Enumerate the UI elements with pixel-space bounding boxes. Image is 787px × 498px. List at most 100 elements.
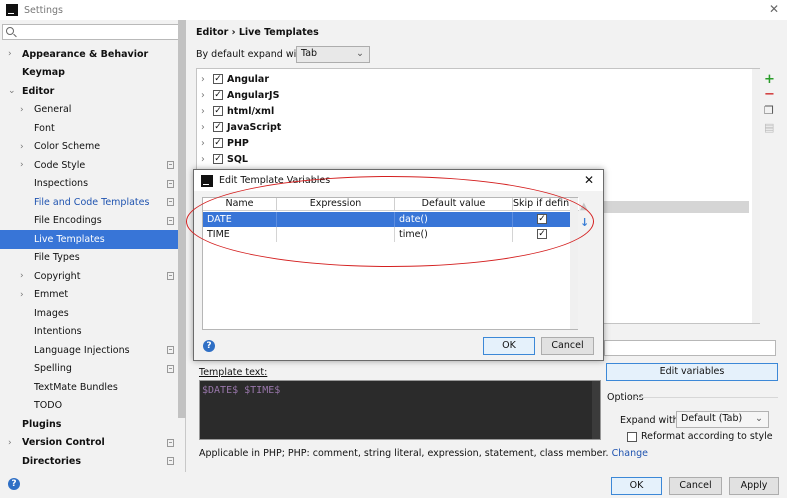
column-header[interactable]: Expression [277,198,395,211]
skip-cell[interactable]: ✓ [513,227,571,242]
project-scope-icon [167,272,174,280]
default-value-cell[interactable]: date() [395,212,513,227]
settings-tree: › Appearance & Behavior Keymap ⌄ Editor › G… [0,45,178,471]
sidebar-item-general[interactable]: › General [0,101,178,120]
expression-cell[interactable] [277,212,395,227]
sidebar-item-directories[interactable]: Directories [0,452,178,471]
reformat-checkbox[interactable] [627,431,637,442]
project-scope-icon [167,179,174,188]
sidebar-item-copyright[interactable]: › Copyright [0,267,178,286]
sidebar-item-images[interactable]: Images [0,304,178,323]
table-row[interactable]: TIME time() ✓ [203,227,571,242]
group-checkbox[interactable]: ✓ [213,154,223,164]
group-checkbox[interactable]: ✓ [213,106,223,116]
sidebar-item-file-types[interactable]: File Types [0,249,178,268]
sidebar-item-label: File Encodings [34,215,102,227]
selected-template-row[interactable] [599,201,749,213]
column-header[interactable]: Default value [395,198,513,211]
name-cell[interactable]: TIME [203,227,277,242]
sidebar-item-appearance[interactable]: › Appearance & Behavior [0,45,178,64]
help-icon[interactable]: ? [203,340,215,352]
skip-checkbox[interactable]: ✓ [537,214,547,224]
group-label: JavaScript [227,121,282,133]
sidebar-item-font[interactable]: Font [0,119,178,138]
copy-icon[interactable]: ❐ [764,104,774,117]
sidebar-item-keymap[interactable]: Keymap [0,64,178,83]
move-down-icon[interactable]: ↓ [580,216,589,229]
skip-cell[interactable]: ✓ [513,212,571,227]
help-icon[interactable]: ? [8,478,20,490]
sidebar-item-editor[interactable]: ⌄ Editor [0,82,178,101]
group-label: Angular [227,73,270,85]
search-input[interactable] [2,24,183,40]
dialog-cancel-button[interactable]: Cancel [541,337,594,355]
skip-checkbox[interactable]: ✓ [537,229,547,239]
reformat-option[interactable]: Reformat according to style [627,431,773,442]
close-icon[interactable]: ✕ [584,173,594,187]
ok-button[interactable]: OK [611,477,662,495]
expression-cell[interactable] [277,227,395,242]
edit-variables-button[interactable]: Edit variables [606,363,778,381]
column-header[interactable]: Skip if defin... [513,198,571,211]
sidebar-item-label: Directories [22,455,82,467]
sidebar-item-file-code-templates[interactable]: File and Code Templates [0,193,178,212]
close-icon[interactable]: ✕ [769,2,779,16]
sidebar-item-label: Images [34,307,69,319]
sidebar-item-emmet[interactable]: › Emmet [0,286,178,305]
sidebar-item-inspections[interactable]: Inspections [0,175,178,194]
sidebar-item-label: Spelling [34,363,72,375]
restore-icon[interactable]: ▤ [764,121,774,134]
sidebar-item-spelling[interactable]: Spelling [0,360,178,379]
column-header[interactable]: Name [203,198,277,211]
cancel-button[interactable]: Cancel [669,477,722,495]
group-checkbox[interactable]: ✓ [213,122,223,132]
sidebar-item-live-templates[interactable]: Live Templates [0,230,178,249]
add-icon[interactable]: + [764,72,775,87]
sidebar-item-label: Editor [22,85,55,97]
sidebar-item-version-control[interactable]: › Version Control [0,434,178,453]
sidebar-item-plugins[interactable]: Plugins [0,415,178,434]
chevron-down-icon: ⌄ [356,48,364,59]
default-value-cell[interactable]: time() [395,227,513,242]
name-cell[interactable]: DATE [203,212,277,227]
list-item[interactable]: › ✓ SQL [197,151,248,167]
chevron-right-icon: › [20,160,24,171]
description-field[interactable] [604,340,776,356]
sidebar-item-label: Color Scheme [34,141,101,153]
sidebar-item-textmate-bundles[interactable]: TextMate Bundles [0,378,178,397]
group-checkbox[interactable]: ✓ [213,138,223,148]
sidebar-item-intentions[interactable]: Intentions [0,323,178,342]
dialog-ok-button[interactable]: OK [483,337,535,355]
list-item[interactable]: › ✓ PHP [197,135,249,151]
chevron-right-icon: › [201,89,205,101]
list-item[interactable]: › ✓ AngularJS [197,87,279,103]
template-list-scrollbar[interactable] [752,69,760,323]
chevron-right-icon: › [201,137,205,149]
change-link[interactable]: Change [612,448,648,459]
sidebar-item-language-injections[interactable]: Language Injections [0,341,178,360]
list-item[interactable]: › ✓ JavaScript [197,119,281,135]
sidebar-item-todo[interactable]: TODO [0,397,178,416]
list-item[interactable]: › ✓ Angular [197,71,269,87]
move-up-icon[interactable]: ▲ [580,201,588,212]
list-item[interactable]: › ✓ html/xml [197,103,274,119]
table-row[interactable]: DATE date() ✓ [203,212,571,227]
breadcrumb: Editor › Live Templates [196,27,319,38]
remove-icon[interactable]: − [764,87,775,102]
apply-button[interactable]: Apply [729,477,779,495]
sidebar-item-label: File Types [34,252,80,264]
chevron-right-icon: › [20,289,24,300]
sidebar-scrollbar[interactable] [178,20,186,418]
template-text-editor[interactable]: $DATE$ $TIME$ [199,380,601,440]
group-checkbox[interactable]: ✓ [213,90,223,100]
sidebar-item-file-encodings[interactable]: File Encodings [0,212,178,231]
sidebar-item-code-style[interactable]: › Code Style [0,156,178,175]
sidebar-item-label: File and Code Templates [34,196,150,208]
editor-scrollbar[interactable] [592,381,600,439]
table-scrollbar[interactable] [570,198,578,329]
sidebar-item-color-scheme[interactable]: › Color Scheme [0,138,178,157]
search-icon [6,27,14,35]
group-checkbox[interactable]: ✓ [213,74,223,84]
expand-with-select[interactable]: Default (Tab) ⌄ [676,411,769,428]
expand-key-select[interactable]: Tab ⌄ [296,46,370,63]
